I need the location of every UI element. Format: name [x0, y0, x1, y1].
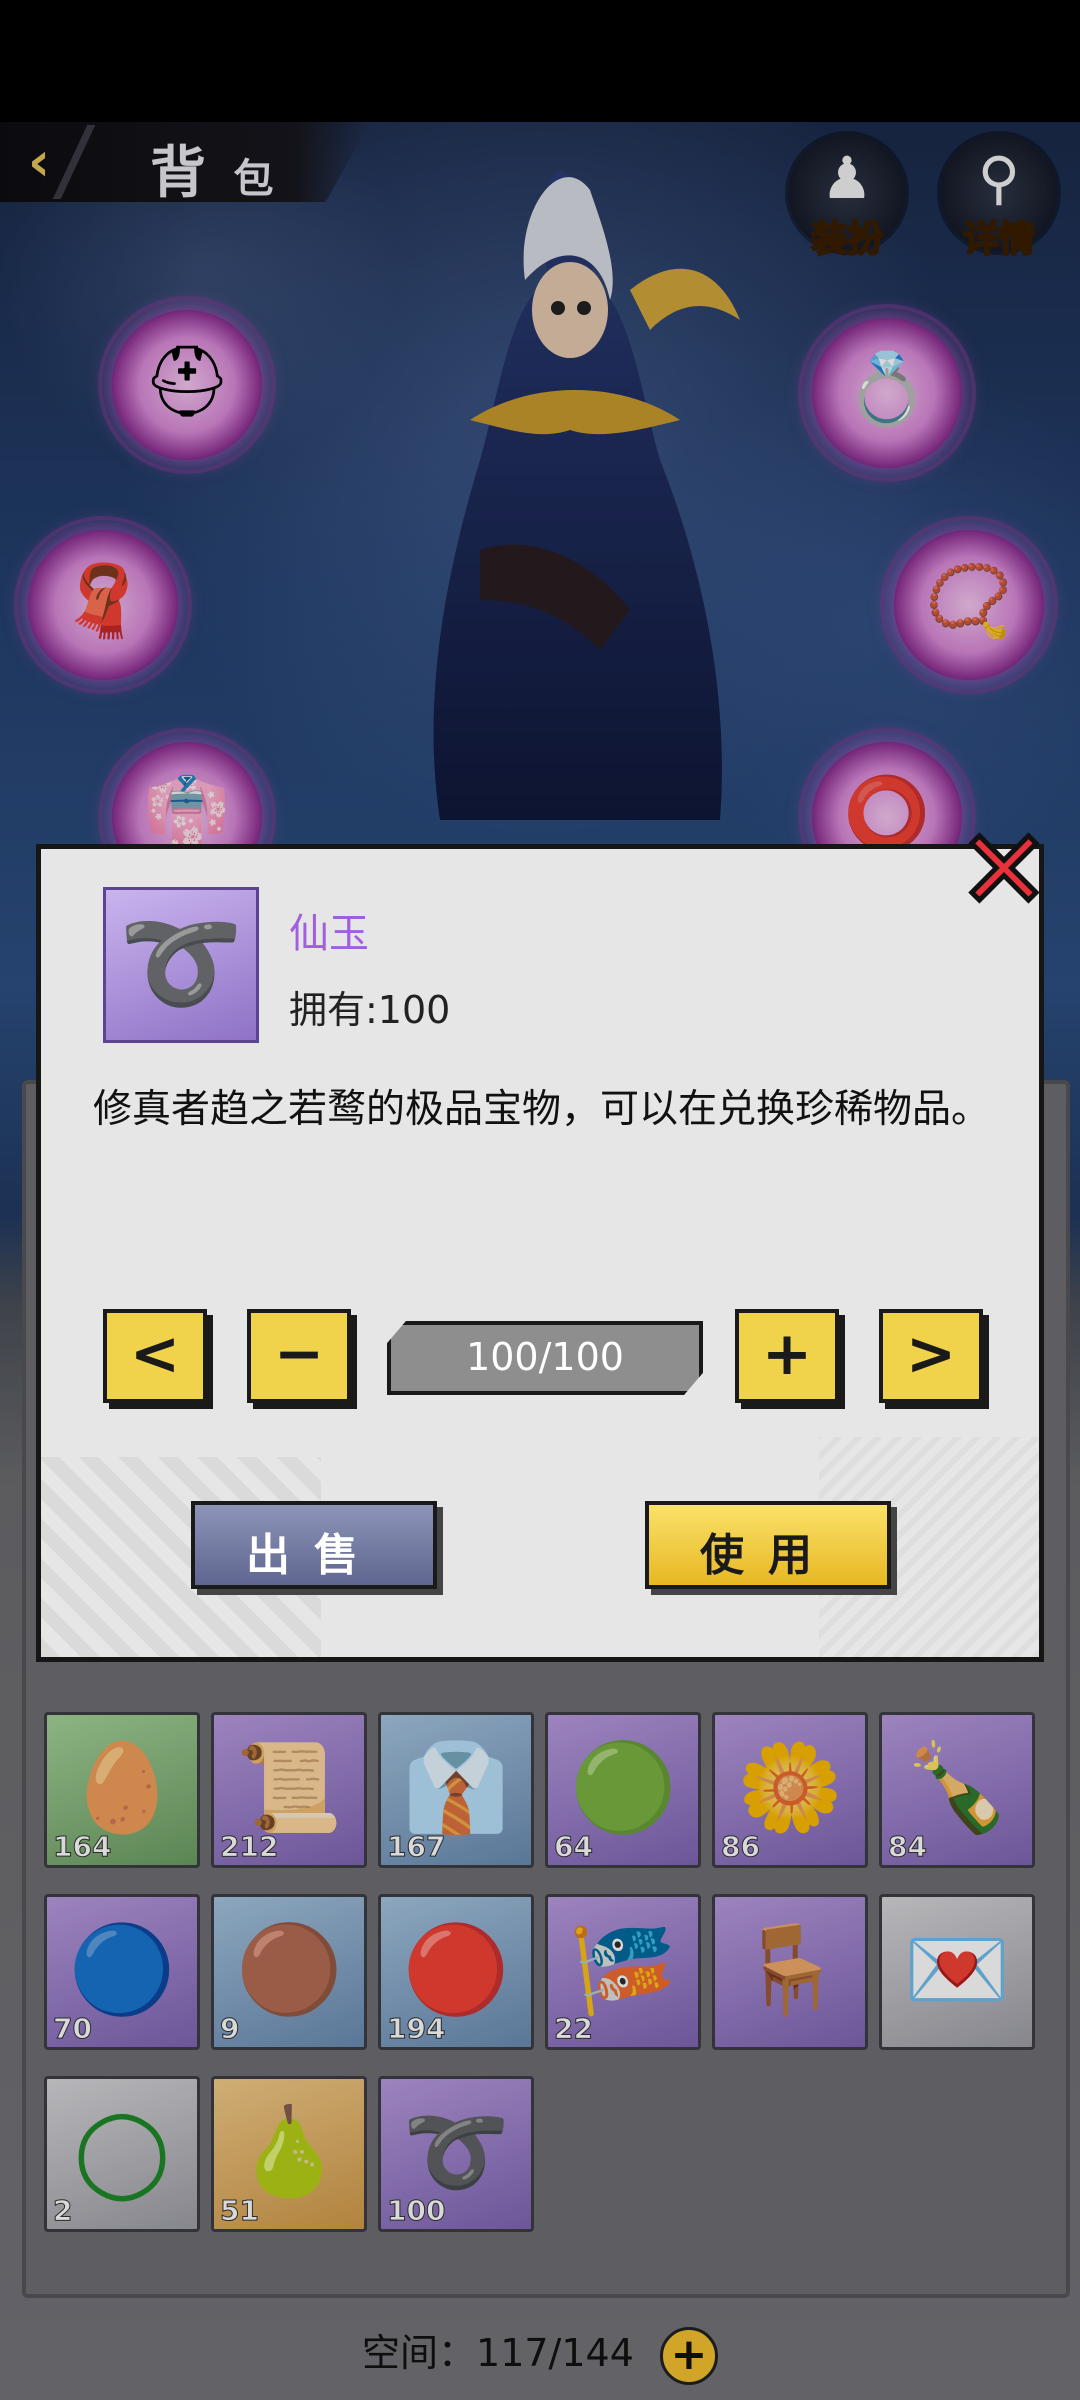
next-button[interactable]: >: [879, 1309, 983, 1403]
plus-icon: +: [761, 1319, 813, 1389]
use-button[interactable]: 使用: [645, 1501, 891, 1589]
quantity-field[interactable]: 100/100: [387, 1321, 703, 1395]
prev-button[interactable]: <: [103, 1309, 207, 1403]
quantity-value: 100/100: [466, 1335, 624, 1379]
close-icon: ✕: [955, 804, 1052, 937]
increase-button[interactable]: +: [735, 1309, 839, 1403]
item-name: 仙玉: [289, 911, 369, 957]
item-description: 修真者趋之若鹜的极品宝物，可以在兑换珍稀物品。: [93, 1087, 991, 1132]
sell-label: 出售: [246, 1530, 382, 1581]
item-icon-frame: ➰: [103, 887, 259, 1043]
sell-button[interactable]: 出售: [191, 1501, 437, 1589]
chevron-left-icon: <: [129, 1319, 181, 1389]
minus-icon: −: [273, 1319, 325, 1389]
close-button[interactable]: ✕: [955, 804, 1052, 937]
xianyu-icon: ➰: [118, 904, 244, 1021]
chevron-right-icon: >: [905, 1319, 957, 1389]
item-detail-dialog: ➰ 仙玉 拥有:100 修真者趋之若鹜的极品宝物，可以在兑换珍稀物品。 < − …: [36, 844, 1044, 1662]
item-owned: 拥有:100: [289, 988, 451, 1032]
decrease-button[interactable]: −: [247, 1309, 351, 1403]
use-label: 使用: [700, 1530, 836, 1581]
